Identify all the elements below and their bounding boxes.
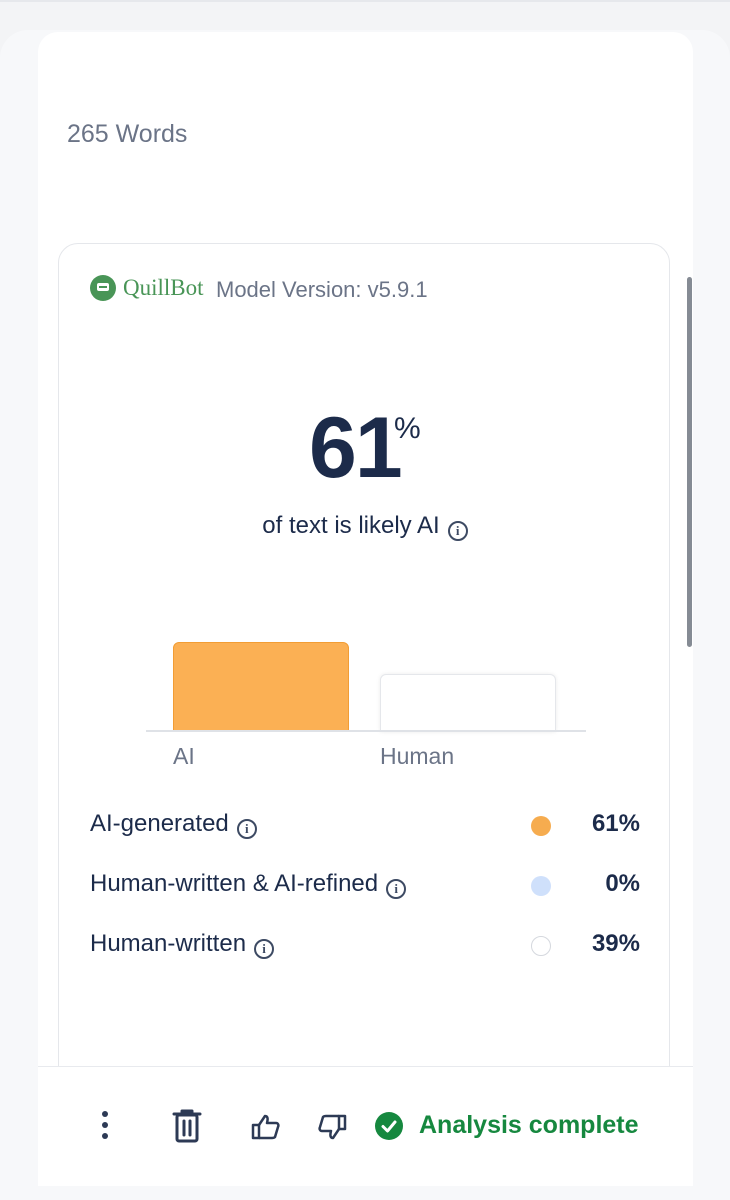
info-icon[interactable]: i: [254, 939, 275, 959]
percent-sign: %: [394, 412, 421, 445]
legend-value: 39%: [591, 930, 640, 957]
result-subtitle-text: of text is likely AI: [262, 512, 440, 539]
legend-dot-white: [531, 936, 551, 956]
legend-label-text: Human-written & AI-refined: [90, 870, 379, 897]
legend-row-human-ai-refined: Human-written & AI-refined i 0%: [90, 870, 640, 902]
bottom-edge: [38, 1186, 693, 1200]
category-label-human: Human: [380, 743, 455, 769]
analysis-status-text: Analysis complete: [419, 1111, 639, 1139]
more-vertical-icon[interactable]: [102, 1111, 108, 1144]
top-divider: [0, 0, 730, 2]
legend-dot-orange: [531, 816, 551, 836]
thumbs-down-icon[interactable]: [317, 1113, 347, 1146]
info-icon[interactable]: i: [386, 879, 407, 899]
info-icon[interactable]: i: [236, 819, 257, 839]
result-subtitle: of text is likely AI i: [0, 512, 730, 541]
quillbot-logo: QuillBot: [90, 275, 204, 301]
bar-human: [380, 674, 556, 732]
legend-value: 61%: [591, 810, 640, 837]
legend-label-text: Human-written: [90, 930, 247, 957]
category-label-ai: AI: [173, 743, 195, 769]
word-count: 265 Words: [67, 120, 188, 148]
legend-row-ai-generated: AI-generated i 61%: [90, 810, 640, 842]
trash-icon[interactable]: [170, 1108, 204, 1149]
ai-percent: 61: [309, 400, 403, 496]
model-version: Model Version: v5.9.1: [216, 277, 428, 302]
quillbot-bot-icon: [90, 275, 116, 301]
legend-label-text: AI-generated: [90, 810, 229, 837]
bar-ai: [173, 642, 349, 732]
analysis-status: Analysis complete: [375, 1111, 639, 1140]
legend-label: Human-written i: [90, 930, 275, 959]
legend-label: Human-written & AI-refined i: [90, 870, 407, 899]
chart-baseline: [146, 730, 586, 732]
legend-dot-blue: [531, 876, 551, 896]
brand-name: QuillBot: [123, 275, 204, 300]
thumbs-up-icon[interactable]: [251, 1113, 281, 1146]
scrollbar-thumb[interactable]: [687, 277, 692, 647]
check-circle-icon: [375, 1111, 403, 1140]
ai-human-bar-chart: [146, 600, 586, 732]
legend-row-human-written: Human-written i 39%: [90, 930, 640, 962]
legend-label: AI-generated i: [90, 810, 257, 839]
legend-value: 0%: [605, 870, 640, 897]
info-icon[interactable]: i: [447, 521, 468, 541]
